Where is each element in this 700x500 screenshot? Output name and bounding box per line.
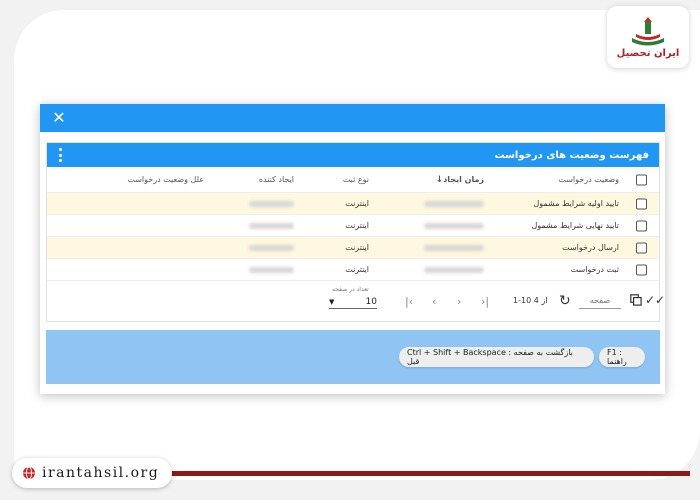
- row-status: تایید نهایی شرایط مشمول: [531, 221, 619, 230]
- row-checkbox[interactable]: [636, 198, 647, 209]
- more-vertical-icon[interactable]: [57, 148, 63, 162]
- row-time-redacted: [394, 259, 484, 280]
- refresh-icon[interactable]: ↻: [559, 293, 571, 309]
- row-status: ثبت درخواست: [570, 265, 619, 274]
- row-type: اینترنت: [345, 221, 369, 230]
- column-header-time[interactable]: زمان ایجاد ↓: [394, 167, 484, 192]
- dropdown-arrow-icon: ▼: [329, 297, 335, 306]
- back-shortcut-hint: Ctrl + Shift + Backspace : بازگشت به صفح…: [399, 347, 594, 367]
- first-page-icon[interactable]: |‹: [405, 295, 413, 308]
- panel-header: فهرست وضعیت های درخواست: [47, 143, 659, 167]
- site-address-text: irantahsil.org: [42, 465, 160, 481]
- row-checkbox[interactable]: [636, 242, 647, 253]
- row-time-redacted: [394, 193, 484, 214]
- brand-logo-text: ایران تحصیل: [616, 47, 680, 59]
- help-shortcut-hint: F1 : راهنما: [599, 347, 645, 367]
- row-type: اینترنت: [345, 243, 369, 252]
- check-all-icon[interactable]: ✓✓: [645, 293, 665, 307]
- column-header-time-label: زمان ایجاد: [443, 175, 484, 184]
- sort-arrow-down-icon: ↓: [435, 174, 444, 185]
- brand-emblem-icon: [632, 16, 664, 45]
- page-number-input[interactable]: صفحه: [579, 293, 621, 309]
- row-creator-redacted: [214, 259, 294, 280]
- page-range-text: 1-10 از 4: [513, 296, 548, 305]
- table-pager: تعداد در صفحه ▼ 10 |‹ ‹ › ›| 1-10 از 4 ↻…: [47, 281, 665, 321]
- row-type: اینترنت: [345, 265, 369, 274]
- site-address-pill[interactable]: irantahsil.org: [12, 458, 172, 488]
- row-status: ارسال درخواست: [562, 243, 619, 252]
- shortcut-hint-bar: Ctrl + Shift + Backspace : بازگشت به صفح…: [46, 330, 660, 384]
- copy-icon[interactable]: [630, 294, 642, 306]
- status-table: وضعیت درخواست زمان ایجاد ↓ نوع ثبت ایجاد…: [47, 167, 659, 281]
- column-header-status[interactable]: وضعیت درخواست: [529, 167, 619, 192]
- rows-per-page-value: 10: [365, 296, 377, 307]
- footer-accent-bar: [150, 471, 690, 476]
- row-creator-redacted: [214, 237, 294, 258]
- table-row[interactable]: تایید نهایی شرایط مشمول اینترنت: [47, 215, 659, 237]
- rows-per-page-label: تعداد در صفحه: [332, 286, 369, 293]
- brand-logo: ایران تحصیل: [607, 6, 689, 68]
- row-creator-redacted: [214, 193, 294, 214]
- row-type: اینترنت: [345, 199, 369, 208]
- table-header-row: وضعیت درخواست زمان ایجاد ↓ نوع ثبت ایجاد…: [47, 167, 659, 193]
- column-header-creator[interactable]: ایجاد کننده: [214, 167, 294, 192]
- prev-page-icon[interactable]: ‹: [432, 295, 436, 308]
- status-list-panel: فهرست وضعیت های درخواست وضعیت درخواست زم…: [46, 142, 665, 322]
- row-checkbox[interactable]: [636, 264, 647, 275]
- row-checkbox[interactable]: [636, 220, 647, 231]
- dialog-header: ✕: [40, 104, 665, 132]
- globe-icon: [23, 466, 35, 480]
- last-page-icon[interactable]: ›|: [481, 295, 489, 308]
- next-page-icon[interactable]: ›: [457, 295, 461, 308]
- row-time-redacted: [394, 215, 484, 236]
- row-status: تایید اولیه شرایط مشمول: [533, 199, 619, 208]
- select-all-checkbox[interactable]: [636, 174, 647, 185]
- column-header-reason[interactable]: علل وضعیت درخواست: [84, 167, 204, 192]
- status-list-dialog: ✕ فهرست وضعیت های درخواست وضعیت درخواست …: [40, 104, 665, 394]
- row-creator-redacted: [214, 215, 294, 236]
- panel-title: فهرست وضعیت های درخواست: [494, 149, 650, 161]
- table-row[interactable]: ارسال درخواست اینترنت: [47, 237, 659, 259]
- table-row[interactable]: تایید اولیه شرایط مشمول اینترنت: [47, 193, 659, 215]
- rows-per-page-select[interactable]: ▼ 10: [329, 295, 377, 309]
- close-icon[interactable]: ✕: [50, 109, 68, 127]
- row-time-redacted: [394, 237, 484, 258]
- column-header-type[interactable]: نوع ثبت: [309, 167, 369, 192]
- table-row[interactable]: ثبت درخواست اینترنت: [47, 259, 659, 281]
